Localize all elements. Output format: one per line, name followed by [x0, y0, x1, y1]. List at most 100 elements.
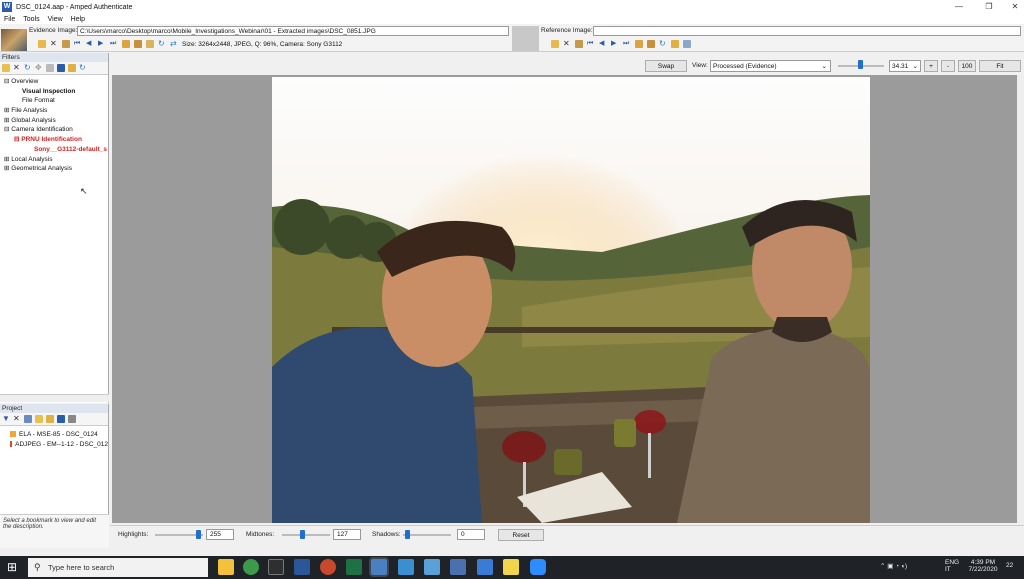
export-icon[interactable]	[68, 415, 76, 423]
filters-scrollbar[interactable]	[0, 394, 109, 402]
menu-view[interactable]: View	[44, 16, 67, 23]
copy-icon[interactable]	[671, 40, 679, 48]
chrome-icon[interactable]	[243, 559, 259, 575]
tree-item-local-analysis[interactable]: ⊞ Local Analysis	[2, 155, 108, 165]
next-icon[interactable]: ▶	[98, 40, 106, 48]
notification-icon[interactable]: 22	[1006, 562, 1013, 569]
swap-arrows-icon[interactable]: ⇄	[170, 40, 178, 48]
bookmark-item[interactable]: ELA - MSE-85 - DSC_0124	[10, 429, 108, 439]
tree-item-file-format[interactable]: File Format	[2, 96, 108, 106]
move-icon[interactable]: ✥	[35, 64, 43, 72]
fit-button[interactable]: Fit	[979, 60, 1021, 72]
swap-button[interactable]: Swap	[645, 60, 687, 72]
bookmark-description[interactable]: Select a bookmark to view and edit the d…	[0, 514, 109, 548]
word-icon[interactable]	[294, 559, 310, 575]
open-folder-icon[interactable]	[551, 40, 559, 48]
next-icon[interactable]: ▶	[611, 40, 619, 48]
viewer-scrollbar[interactable]	[1017, 75, 1024, 523]
report-icon[interactable]	[24, 415, 32, 423]
first-icon[interactable]: ⏮	[587, 40, 595, 48]
tree-item-prnu-identification[interactable]: ⊟ PRNU Identification	[2, 135, 108, 145]
new-icon[interactable]	[35, 415, 43, 423]
previous-icon[interactable]: ◀	[86, 40, 94, 48]
close-icon[interactable]: ✕	[563, 40, 571, 48]
open-icon[interactable]	[46, 415, 54, 423]
batch-icon[interactable]	[134, 40, 142, 48]
last-icon[interactable]: ⏭	[110, 40, 118, 48]
tree-item-global-analysis[interactable]: ⊞ Global Analysis	[2, 116, 108, 126]
reference-path-field[interactable]	[593, 26, 1021, 36]
language-indicator[interactable]: ENG IT	[945, 559, 959, 573]
close-button[interactable]: ✕	[1000, 0, 1024, 14]
open-icon[interactable]	[68, 64, 76, 72]
copy-icon[interactable]	[146, 40, 154, 48]
highlights-slider-handle[interactable]	[196, 530, 201, 539]
clock[interactable]: 4:39 PM 7/22/2020	[965, 559, 1001, 573]
mail-icon[interactable]	[477, 559, 493, 575]
zoom-slider-handle[interactable]	[858, 60, 863, 69]
last-icon[interactable]: ⏭	[623, 40, 631, 48]
refresh-icon[interactable]: ↻	[158, 40, 166, 48]
close-icon[interactable]: ✕	[50, 40, 58, 48]
terminal-icon[interactable]	[268, 559, 284, 575]
minimize-button[interactable]: —	[944, 0, 974, 14]
tree-item-sony-g3112[interactable]: Sony__G3112-default_s	[2, 145, 108, 155]
shadows-slider-handle[interactable]	[405, 530, 410, 539]
amped-dvr-icon[interactable]	[450, 559, 466, 575]
zoom-100-button[interactable]: 100	[958, 60, 976, 72]
file-explorer-icon[interactable]	[218, 559, 234, 575]
zoom-input[interactable]: 34.31 ⌄	[889, 60, 921, 72]
tree-item-camera-identification[interactable]: ⊟ Camera Identification	[2, 125, 108, 135]
previous-icon[interactable]: ◀	[599, 40, 607, 48]
tree-item-overview[interactable]: ⊟ Overview	[2, 77, 108, 87]
evidence-thumbnail[interactable]	[1, 29, 27, 51]
export-icon[interactable]	[575, 40, 583, 48]
windows-start-icon[interactable]: ⊞	[7, 560, 17, 574]
bookmark-item[interactable]: ADJPEG - EM--1-12 - DSC_012	[10, 439, 108, 449]
open-folder-icon[interactable]	[38, 40, 46, 48]
new-icon[interactable]	[2, 64, 10, 72]
amped-five-icon[interactable]	[398, 559, 414, 575]
menu-tools[interactable]: Tools	[19, 16, 43, 23]
evidence-image[interactable]	[272, 77, 870, 523]
tree-item-file-analysis[interactable]: ⊞ File Analysis	[2, 106, 108, 116]
amped-authenticate-icon[interactable]	[371, 559, 387, 575]
midtones-input[interactable]: 127	[333, 529, 361, 540]
zoom-in-button[interactable]: +	[924, 60, 938, 72]
menu-help[interactable]: Help	[67, 16, 89, 23]
highlights-input[interactable]: 255	[206, 529, 234, 540]
shadows-input[interactable]: 0	[457, 529, 485, 540]
delete-icon[interactable]: ✕	[13, 64, 21, 72]
powerpoint-icon[interactable]	[320, 559, 336, 575]
shadows-slider[interactable]	[403, 534, 451, 536]
evidence-path-field[interactable]: C:\Users\marco\Desktop\marco\Mobile_Inve…	[77, 26, 509, 36]
folder-icon[interactable]	[635, 40, 643, 48]
checkbox-icon[interactable]	[683, 40, 691, 48]
zoom-icon[interactable]	[530, 559, 546, 575]
minus-icon[interactable]	[46, 64, 54, 72]
excel-icon[interactable]	[346, 559, 362, 575]
tray-icons[interactable]: ⌃ ▣ ◔ ◖)	[880, 562, 907, 570]
tree-item-visual-inspection[interactable]: Visual Inspection	[2, 87, 108, 97]
first-icon[interactable]: ⏮	[74, 40, 82, 48]
midtones-slider[interactable]	[282, 534, 330, 536]
folder-icon[interactable]	[122, 40, 130, 48]
refresh-icon[interactable]: ↻	[659, 40, 667, 48]
delete-icon[interactable]: ✕	[13, 415, 21, 423]
reference-thumbnail[interactable]	[512, 26, 539, 51]
tree-item-geometrical-analysis[interactable]: ⊞ Geometrical Analysis	[2, 164, 108, 174]
amped-replay-icon[interactable]	[424, 559, 440, 575]
save-icon[interactable]	[57, 64, 65, 72]
filter-icon[interactable]: ▼	[2, 415, 10, 423]
export-icon[interactable]	[62, 40, 70, 48]
zoom-out-button[interactable]: -	[941, 60, 955, 72]
view-select[interactable]: Processed (Evidence) ⌄	[710, 60, 831, 72]
menu-file[interactable]: File	[0, 16, 19, 23]
sync-icon[interactable]: ↻	[79, 64, 87, 72]
batch-icon[interactable]	[647, 40, 655, 48]
save-icon[interactable]	[57, 415, 65, 423]
midtones-slider-handle[interactable]	[300, 530, 305, 539]
refresh-icon[interactable]: ↻	[24, 64, 32, 72]
reset-button[interactable]: Reset	[498, 529, 544, 541]
sticky-notes-icon[interactable]	[503, 559, 519, 575]
